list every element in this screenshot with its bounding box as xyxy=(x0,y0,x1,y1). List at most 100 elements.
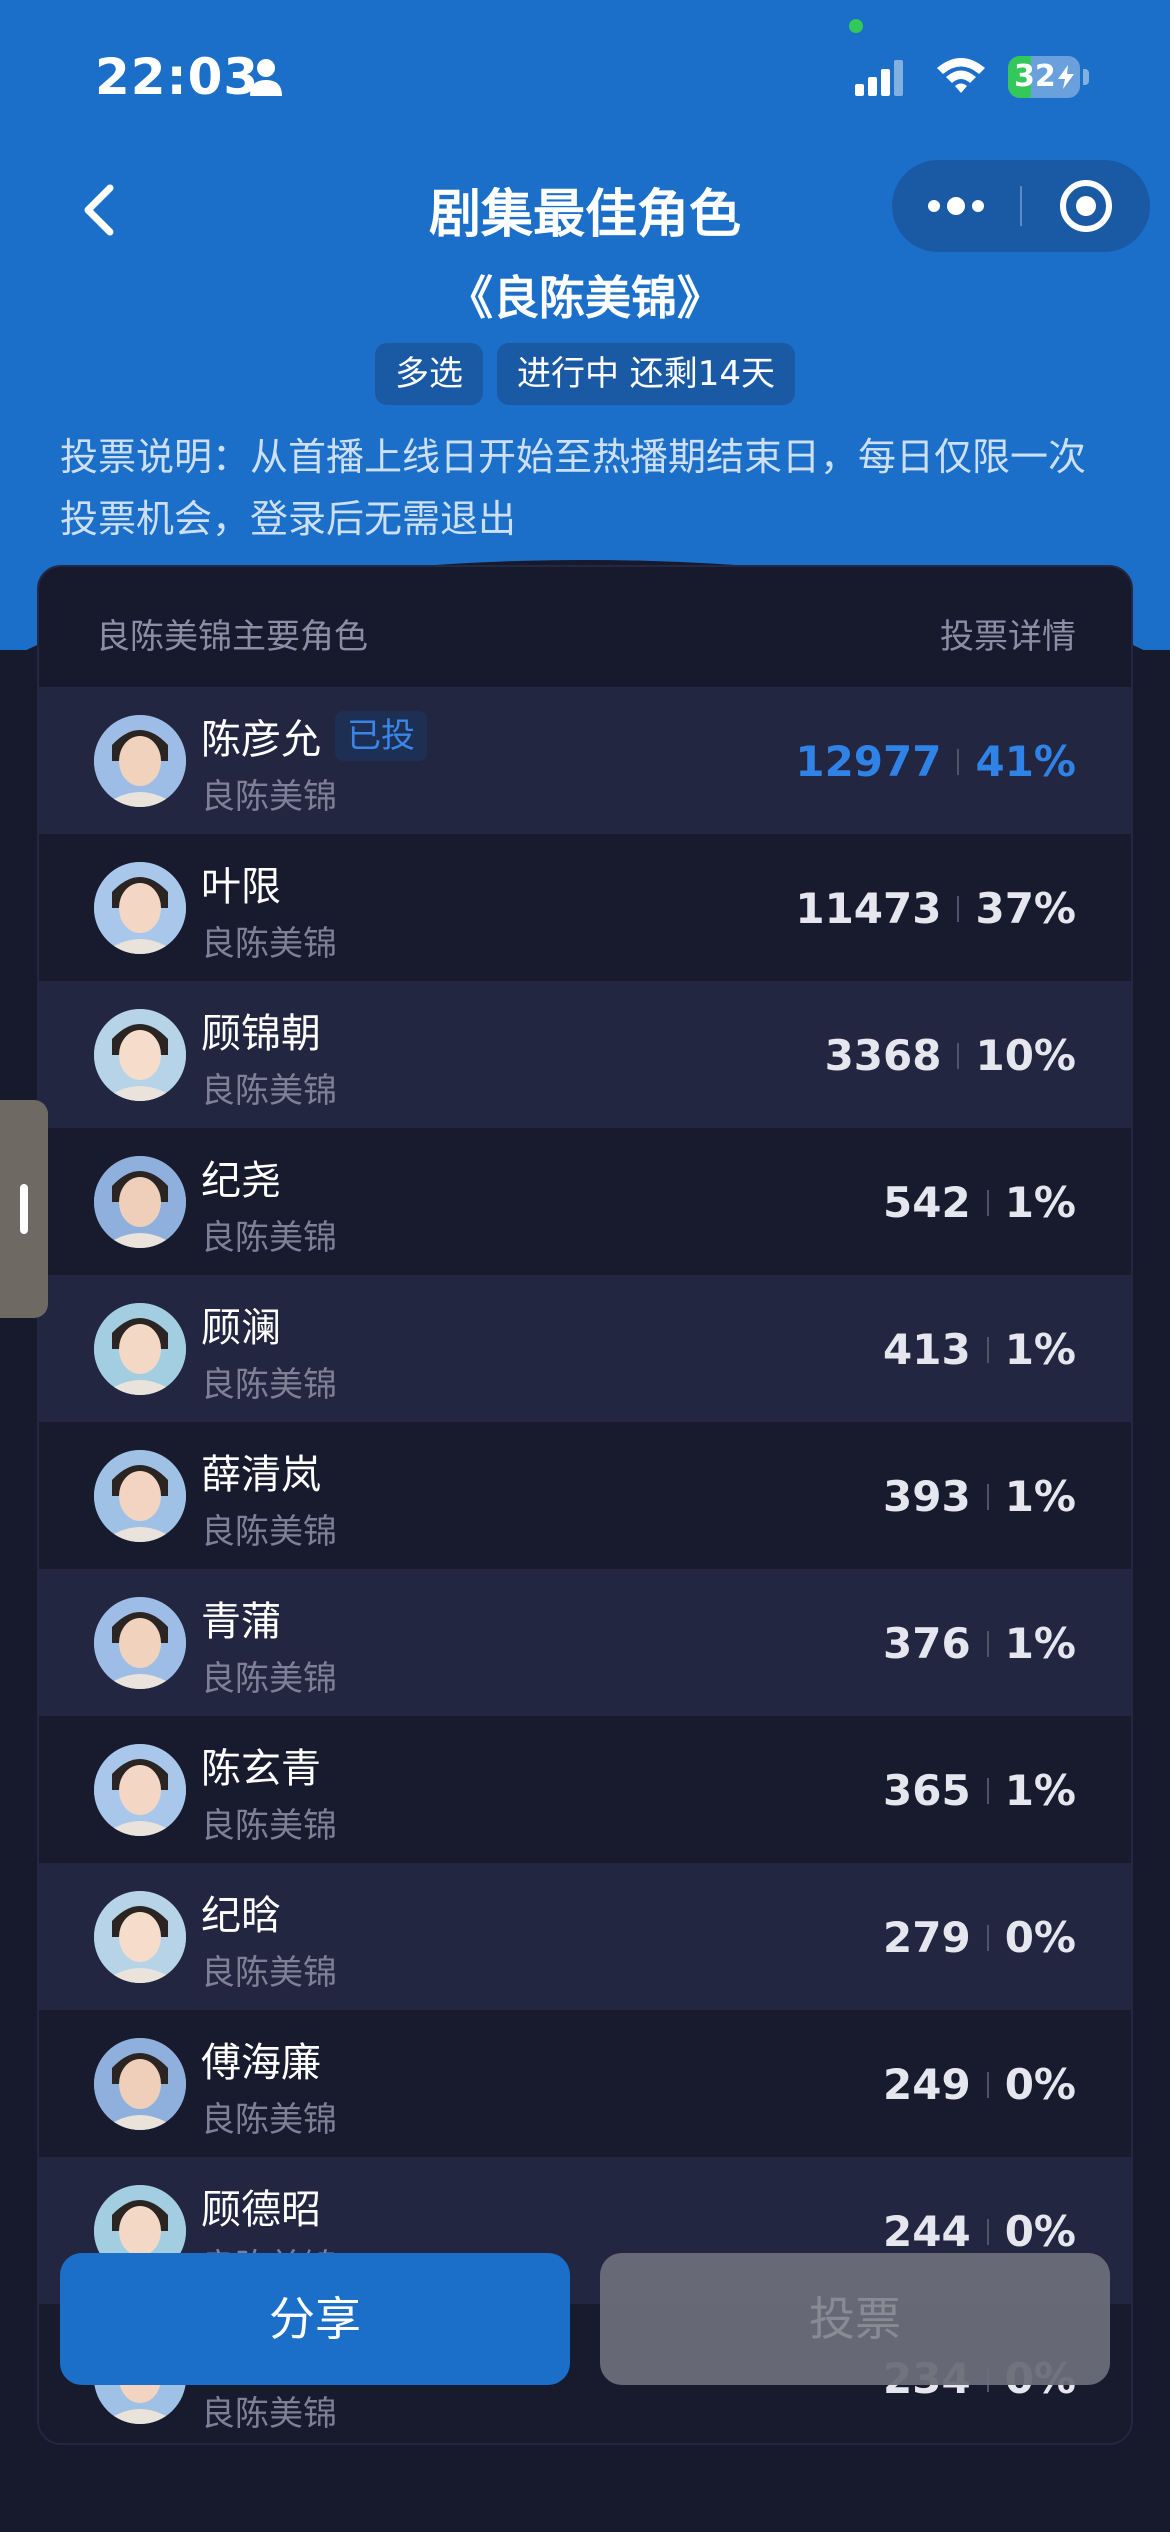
character-portrait-icon xyxy=(94,715,186,807)
character-portrait-icon xyxy=(94,1450,186,1542)
character-show: 良陈美锦 xyxy=(201,2100,337,2140)
character-row[interactable]: 叶限良陈美锦 11473 37% xyxy=(39,834,1131,981)
vote-stats: 365 1% xyxy=(883,1766,1076,1815)
character-show: 良陈美锦 xyxy=(201,1071,337,1111)
vote-percent: 1% xyxy=(1004,1766,1076,1815)
avatar xyxy=(94,862,186,954)
character-row[interactable]: 傅海廉良陈美锦 249 0% xyxy=(39,2010,1131,2157)
vote-count: 413 xyxy=(883,1325,971,1374)
character-show: 良陈美锦 xyxy=(201,1659,337,1699)
vote-count: 279 xyxy=(883,1913,971,1962)
vote-percent: 1% xyxy=(1004,1472,1076,1521)
poll-tags: 多选 进行中 还剩14天 xyxy=(0,343,1170,405)
side-drawer-handle[interactable] xyxy=(0,1100,48,1318)
character-name: 陈玄青 xyxy=(201,1746,321,1792)
character-show: 良陈美锦 xyxy=(201,1365,337,1405)
target-close-icon xyxy=(1060,180,1112,232)
character-row[interactable]: 青蒲良陈美锦 376 1% xyxy=(39,1569,1131,1716)
character-row[interactable]: 陈彦允 已投 良陈美锦 12977 41% xyxy=(39,687,1131,834)
avatar xyxy=(94,1744,186,1836)
character-portrait-icon xyxy=(94,1303,186,1395)
vote-stats: 413 1% xyxy=(883,1325,1076,1374)
character-list: 陈彦允 已投 良陈美锦 12977 41% 叶限 良陈美锦 11473 37% 顾锦朝 良陈美锦 33… xyxy=(39,687,1131,2443)
character-row[interactable]: 顾锦朝良陈美锦 3368 10% xyxy=(39,981,1131,1128)
more-dots-icon xyxy=(928,197,984,215)
nav-bar: 剧集最佳角色 xyxy=(0,160,1170,260)
multi-select-tag: 多选 xyxy=(374,343,483,405)
vote-count: 3368 xyxy=(824,1031,942,1080)
character-name: 薛清岚 xyxy=(201,1452,321,1498)
character-name: 傅海廉 xyxy=(201,2040,321,2086)
vote-percent: 10% xyxy=(975,1031,1076,1080)
vote-stats: 376 1% xyxy=(883,1619,1076,1668)
character-portrait-icon xyxy=(94,862,186,954)
avatar xyxy=(94,1156,186,1248)
character-name: 纪晗 xyxy=(201,1893,281,1939)
panel-header: 良陈美锦主要角色 投票详情 xyxy=(39,567,1131,687)
avatar xyxy=(94,1891,186,1983)
vote-count: 249 xyxy=(883,2060,971,2109)
vote-percent: 0% xyxy=(1004,2207,1076,2256)
character-name: 顾澜 xyxy=(201,1305,281,1351)
avatar xyxy=(94,715,186,807)
character-row[interactable]: 纪尧 良陈美锦 542 1% xyxy=(39,1128,1131,1275)
character-row[interactable]: 顾澜良陈美锦 413 1% xyxy=(39,1275,1131,1422)
vote-stats: 12977 41% xyxy=(795,737,1076,786)
vote-percent: 41% xyxy=(975,737,1076,786)
avatar xyxy=(94,1450,186,1542)
avatar xyxy=(94,1009,186,1101)
character-row[interactable]: 陈玄青良陈美锦 365 1% xyxy=(39,1716,1131,1863)
mini-program-capsule xyxy=(892,160,1150,252)
character-show: 良陈美锦 xyxy=(201,777,337,817)
battery-indicator: 32 xyxy=(1008,56,1090,98)
share-button[interactable]: 分享 xyxy=(60,2253,570,2385)
character-portrait-icon xyxy=(94,1891,186,1983)
vote-percent: 1% xyxy=(1004,1178,1076,1227)
vote-percent: 1% xyxy=(1004,1619,1076,1668)
panel-header-left: 良陈美锦主要角色 xyxy=(96,617,368,657)
character-row[interactable]: 薛清岚 良陈美锦 393 1% xyxy=(39,1422,1131,1569)
vote-details-link[interactable]: 投票详情 xyxy=(940,609,1076,658)
vote-percent: 37% xyxy=(975,884,1076,933)
character-portrait-icon xyxy=(94,2038,186,2130)
close-mini-program-button[interactable] xyxy=(1022,160,1150,252)
character-portrait-icon xyxy=(94,1156,186,1248)
vote-stats: 279 0% xyxy=(883,1913,1076,1962)
vote-count: 244 xyxy=(883,2207,971,2256)
character-portrait-icon xyxy=(94,1744,186,1836)
vote-stats: 3368 10% xyxy=(825,1031,1076,1080)
status-bar: 22:03 32 xyxy=(0,0,1170,150)
cellular-signal-icon xyxy=(855,60,903,96)
show-title: 《良陈美锦》 xyxy=(447,271,723,325)
character-name: 纪尧 xyxy=(201,1158,281,1204)
charging-bolt-icon xyxy=(1058,65,1074,89)
character-show: 良陈美锦 xyxy=(201,1806,337,1846)
person-icon xyxy=(250,59,282,96)
vote-percent: 0% xyxy=(1004,1913,1076,1962)
avatar xyxy=(94,1303,186,1395)
character-name: 青蒲 xyxy=(201,1599,281,1645)
vote-button[interactable]: 投票 xyxy=(600,2253,1110,2385)
status-time: 22:03 xyxy=(95,48,260,106)
battery-percent: 32 xyxy=(1014,59,1056,94)
ranking-panel: 良陈美锦主要角色 投票详情 陈彦允 已投 良陈美锦 12977 41% 叶限 良陈美锦 114… xyxy=(37,565,1133,2445)
character-name: 顾锦朝 xyxy=(201,1011,321,1057)
vote-stats: 393 1% xyxy=(883,1472,1076,1521)
vote-stats: 542 1% xyxy=(883,1178,1076,1227)
character-show: 良陈美锦 xyxy=(201,924,337,964)
vote-percent: 0% xyxy=(1004,2060,1076,2109)
vote-count: 376 xyxy=(883,1619,971,1668)
vote-count: 12977 xyxy=(795,737,942,786)
more-button[interactable] xyxy=(892,160,1020,252)
character-row[interactable]: 纪晗 良陈美锦 279 0% xyxy=(39,1863,1131,2010)
vote-stats: 244 0% xyxy=(883,2207,1076,2256)
vote-count: 393 xyxy=(883,1472,971,1521)
vote-instructions: 投票说明：从首播上线日开始至热播期结束日，每日仅限一次投票机会，登录后无需退出 xyxy=(60,435,1087,541)
character-portrait-icon xyxy=(94,1009,186,1101)
character-portrait-icon xyxy=(94,1597,186,1689)
vote-stats: 11473 37% xyxy=(795,884,1076,933)
character-name: 叶限 xyxy=(201,864,281,910)
vote-percent: 1% xyxy=(1004,1325,1076,1374)
vote-count: 542 xyxy=(883,1178,971,1227)
character-name: 陈彦允 xyxy=(201,717,321,763)
